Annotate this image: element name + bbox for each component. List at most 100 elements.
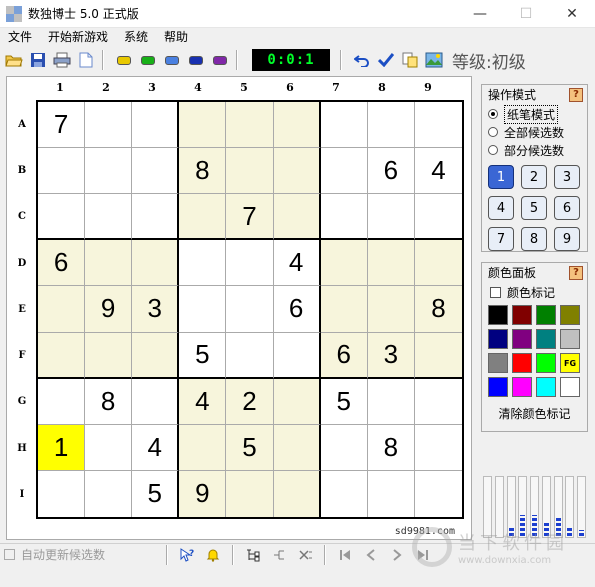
color-swatch[interactable] — [536, 353, 556, 373]
sudoku-cell[interactable]: 1 — [38, 424, 86, 471]
auto-update-candidates[interactable]: 自动更新候选数 — [0, 546, 160, 563]
sudoku-cell[interactable] — [132, 194, 180, 241]
radio-partial-candidates[interactable]: 部分候选数 — [482, 141, 587, 159]
color-swatch[interactable] — [488, 353, 508, 373]
number-button[interactable]: 5 — [521, 196, 547, 220]
save-icon[interactable] — [28, 50, 48, 70]
sudoku-cell[interactable] — [132, 378, 180, 425]
menu-new-game[interactable]: 开始新游戏 — [40, 28, 116, 46]
sudoku-cell[interactable] — [367, 240, 415, 287]
sudoku-cell[interactable] — [367, 102, 415, 149]
sudoku-cell[interactable] — [367, 378, 415, 425]
menu-file[interactable]: 文件 — [0, 28, 40, 46]
sudoku-cell[interactable] — [132, 332, 180, 379]
close-button[interactable]: ✕ — [549, 0, 595, 28]
sudoku-cell[interactable]: 9 — [85, 286, 133, 333]
sudoku-cell[interactable] — [414, 378, 462, 425]
sudoku-cell[interactable]: 3 — [367, 332, 415, 379]
copy-icon[interactable] — [400, 50, 420, 70]
color-swatch[interactable] — [512, 329, 532, 349]
radio-all-candidates-indicator[interactable] — [488, 127, 498, 137]
color-mark-checkbox-box[interactable] — [490, 286, 501, 298]
sudoku-cell[interactable]: 3 — [132, 286, 180, 333]
sudoku-cell[interactable] — [38, 470, 86, 517]
sudoku-cell[interactable]: 8 — [414, 286, 462, 333]
sudoku-cell[interactable] — [320, 470, 368, 517]
sudoku-cell[interactable]: 8 — [85, 378, 133, 425]
sudoku-cell[interactable] — [179, 424, 227, 471]
bell-icon[interactable] — [203, 545, 223, 565]
tree-expand-icon[interactable] — [243, 545, 263, 565]
sudoku-cell[interactable] — [179, 240, 227, 287]
sudoku-cell[interactable] — [38, 194, 86, 241]
first-step-icon[interactable] — [335, 545, 355, 565]
hint-cursor-icon[interactable]: ? — [177, 545, 197, 565]
sudoku-cell[interactable]: 4 — [414, 148, 462, 195]
undo-icon[interactable] — [352, 50, 372, 70]
check-icon[interactable] — [376, 50, 396, 70]
tree-delete-icon[interactable] — [295, 545, 315, 565]
open-folder-icon[interactable] — [4, 50, 24, 70]
color-swatch[interactable] — [488, 329, 508, 349]
sudoku-cell[interactable] — [414, 194, 462, 241]
sudoku-cell[interactable] — [179, 286, 227, 333]
sudoku-cell[interactable]: 8 — [367, 424, 415, 471]
sudoku-cell[interactable] — [320, 240, 368, 287]
color-swatch[interactable] — [488, 377, 508, 397]
prev-step-icon[interactable] — [361, 545, 381, 565]
sudoku-cell[interactable] — [320, 286, 368, 333]
sudoku-cell[interactable] — [226, 286, 274, 333]
sudoku-cell[interactable]: 4 — [179, 378, 227, 425]
sudoku-cell[interactable]: 4 — [132, 424, 180, 471]
sudoku-cell[interactable]: 6 — [273, 286, 321, 333]
sudoku-cell[interactable]: 6 — [320, 332, 368, 379]
number-button[interactable]: 9 — [554, 227, 580, 251]
number-button[interactable]: 7 — [488, 227, 514, 251]
color-help-button[interactable]: ? — [569, 266, 583, 280]
color-swatch[interactable] — [512, 353, 532, 373]
print-icon[interactable] — [52, 50, 72, 70]
sudoku-cell[interactable]: 8 — [179, 148, 227, 195]
number-button[interactable]: 6 — [554, 196, 580, 220]
radio-pen-mode-indicator[interactable] — [488, 109, 498, 119]
sudoku-cell[interactable] — [132, 240, 180, 287]
sudoku-cell[interactable] — [320, 148, 368, 195]
menu-system[interactable]: 系统 — [116, 28, 156, 46]
minimize-button[interactable]: — — [457, 0, 503, 28]
sudoku-cell[interactable] — [273, 332, 321, 379]
sudoku-cell[interactable]: 7 — [38, 102, 86, 149]
color-swatch[interactable] — [536, 377, 556, 397]
mode-help-button[interactable]: ? — [569, 88, 583, 102]
sudoku-cell[interactable] — [273, 194, 321, 241]
number-button[interactable]: 8 — [521, 227, 547, 251]
color-swatch[interactable] — [560, 329, 580, 349]
sudoku-cell[interactable] — [179, 194, 227, 241]
color-pill-light-blue[interactable] — [162, 50, 182, 70]
sudoku-cell[interactable] — [85, 102, 133, 149]
radio-pen-mode[interactable]: 纸笔模式 — [482, 104, 587, 124]
color-swatch[interactable] — [560, 377, 580, 397]
color-pill-yellow[interactable] — [114, 50, 134, 70]
sudoku-cell[interactable] — [414, 240, 462, 287]
sudoku-cell[interactable] — [320, 194, 368, 241]
sudoku-cell[interactable] — [414, 424, 462, 471]
sudoku-cell[interactable] — [85, 470, 133, 517]
color-mark-checkbox[interactable]: 颜色标记 — [482, 283, 587, 301]
sudoku-cell[interactable]: 2 — [226, 378, 274, 425]
sudoku-cell[interactable] — [367, 286, 415, 333]
sudoku-cell[interactable] — [226, 332, 274, 379]
color-pill-dark-blue[interactable] — [186, 50, 206, 70]
next-step-icon[interactable] — [387, 545, 407, 565]
sudoku-cell[interactable]: 5 — [320, 378, 368, 425]
number-button[interactable]: 1 — [488, 165, 514, 189]
sudoku-cell[interactable]: 9 — [179, 470, 227, 517]
sudoku-cell[interactable] — [367, 194, 415, 241]
color-swatch[interactable] — [560, 305, 580, 325]
color-swatch[interactable] — [512, 377, 532, 397]
sudoku-cell[interactable] — [273, 424, 321, 471]
color-swatch[interactable] — [488, 305, 508, 325]
sudoku-cell[interactable] — [85, 240, 133, 287]
sudoku-cell[interactable] — [132, 148, 180, 195]
color-swatch[interactable] — [512, 305, 532, 325]
color-pill-green[interactable] — [138, 50, 158, 70]
